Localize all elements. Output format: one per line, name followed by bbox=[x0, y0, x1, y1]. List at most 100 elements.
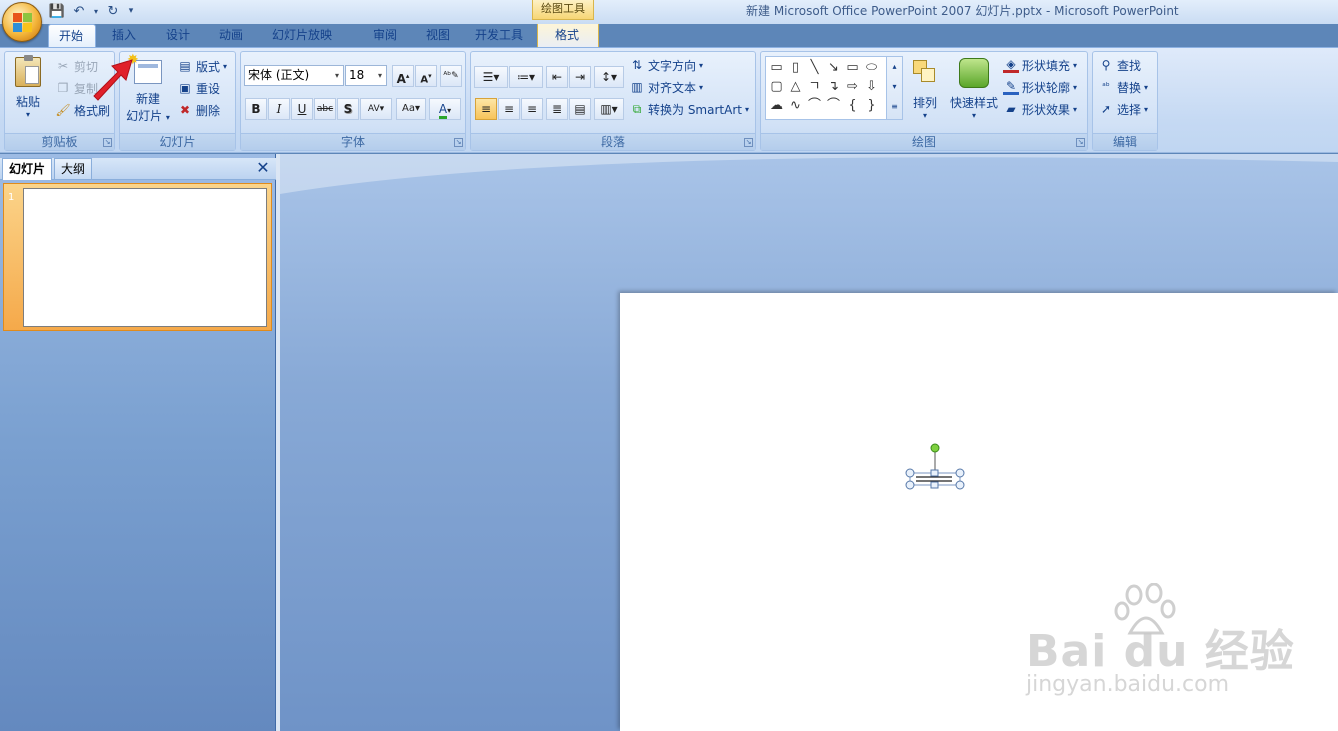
tab-animations[interactable]: 动画 bbox=[205, 24, 258, 48]
italic-icon[interactable]: I bbox=[268, 98, 290, 120]
justify-icon[interactable]: ≣ bbox=[546, 98, 568, 120]
tab-review[interactable]: 审阅 bbox=[359, 24, 412, 48]
textbox-shape-icon[interactable]: ▭ bbox=[768, 59, 785, 76]
align-center-icon[interactable]: ≡ bbox=[498, 98, 520, 120]
convert-smartart-button[interactable]: ⧉ 转换为 SmartArt ▾ bbox=[629, 99, 749, 119]
align-text-icon: ▥ bbox=[631, 80, 643, 94]
selected-shape[interactable] bbox=[900, 440, 970, 494]
paste-button[interactable]: 粘贴 ▾ bbox=[9, 54, 47, 126]
line-shape-icon[interactable]: ╲ bbox=[806, 59, 823, 76]
arrow-line-icon[interactable]: ↘ bbox=[825, 59, 842, 76]
triangle-shape-icon[interactable]: △ bbox=[787, 78, 804, 95]
drawing-group-label: 绘图 bbox=[761, 133, 1087, 150]
elbow-connector-icon[interactable]: ㄱ bbox=[806, 78, 823, 95]
rectangle-shape-icon[interactable]: ▭ bbox=[844, 59, 861, 76]
shrink-font-icon[interactable]: A▾ bbox=[415, 65, 437, 87]
tab-slides[interactable]: 幻灯片 bbox=[2, 158, 53, 180]
delete-button[interactable]: ✖ 删除 bbox=[177, 100, 220, 120]
slide-thumbnail[interactable] bbox=[23, 188, 267, 327]
gallery-scroll-icon[interactable]: ▴ ▾ ≡ bbox=[886, 57, 902, 119]
font-name-combo[interactable]: 宋体 (正文) ▾ bbox=[244, 65, 344, 86]
tab-developer[interactable]: 开发工具 bbox=[465, 24, 537, 48]
right-arrow-shape-icon[interactable]: ⇨ bbox=[844, 78, 861, 95]
clear-formatting-icon[interactable]: ᴬᵇ✎ bbox=[440, 65, 462, 87]
replace-icon: ᵃᵇ bbox=[1102, 82, 1110, 92]
paragraph-group: ☰▾ ≔▾ ⇤ ⇥ ↕▾ ⇅ 文字方向 ▾ ▥ 对齐文本 ▾ ≡ ≡ ≡ ≣ ▤ ▥▾ … bbox=[470, 51, 756, 151]
distributed-icon[interactable]: ▤ bbox=[569, 98, 591, 120]
grow-font-icon[interactable]: A▴ bbox=[392, 65, 414, 87]
drawing-launcher-icon[interactable]: ↘ bbox=[1076, 138, 1085, 147]
tab-design[interactable]: 设计 bbox=[152, 24, 205, 48]
office-logo-icon bbox=[13, 13, 32, 32]
layout-button[interactable]: ▤ 版式 ▾ bbox=[177, 56, 227, 76]
text-shadow-icon[interactable]: S bbox=[337, 98, 359, 120]
copy-icon: ❐ bbox=[57, 81, 69, 95]
redo-icon[interactable]: ↻ bbox=[104, 2, 122, 20]
align-text-button[interactable]: ▥ 对齐文本 ▾ bbox=[629, 77, 703, 97]
strikethrough-icon[interactable]: abc bbox=[314, 98, 336, 120]
tab-view[interactable]: 视图 bbox=[412, 24, 465, 48]
callout-shape-icon[interactable]: ☁ bbox=[768, 97, 785, 114]
columns-icon[interactable]: ▥▾ bbox=[594, 98, 624, 120]
format-painter-button[interactable]: 🖌 格式刷 bbox=[55, 100, 110, 120]
align-right-icon[interactable]: ≡ bbox=[521, 98, 543, 120]
shape-fill-button[interactable]: ◈ 形状填充 ▾ bbox=[1003, 55, 1077, 75]
oval-shape-icon[interactable]: ⬭ bbox=[863, 59, 880, 76]
numbering-icon[interactable]: ≔▾ bbox=[509, 66, 543, 88]
replace-button[interactable]: ᵃᵇ 替换 ▾ bbox=[1098, 77, 1148, 97]
tab-slideshow[interactable]: 幻灯片放映 bbox=[258, 24, 359, 48]
ribbon: 粘贴 ▾ ✂ 剪切 ❐ 复制 🖌 格式刷 剪贴板 ↘ ✸ 新建 幻灯片 ▾ ▤ 版式 ▾ … bbox=[0, 47, 1338, 153]
close-pane-icon[interactable]: ✕ bbox=[255, 158, 271, 178]
reset-button[interactable]: ▣ 重设 bbox=[177, 78, 220, 98]
character-spacing-icon[interactable]: AV▾ bbox=[360, 98, 392, 120]
clipboard-launcher-icon[interactable]: ↘ bbox=[103, 138, 112, 147]
font-launcher-icon[interactable]: ↘ bbox=[454, 138, 463, 147]
rounded-rect-icon[interactable]: ▢ bbox=[768, 78, 785, 95]
paragraph-launcher-icon[interactable]: ↘ bbox=[744, 138, 753, 147]
shapes-gallery[interactable]: ▭ ▯ ╲ ↘ ▭ ⬭ ▢ △ ㄱ ↴ ⇨ ⇩ ☁ ∿ ⌒ ⌒ { } ▴ ▾ ≡ bbox=[765, 56, 903, 120]
shape-effects-label: 形状效果 bbox=[1022, 102, 1071, 117]
effects-icon: ▰ bbox=[1006, 102, 1016, 116]
customize-qat-icon[interactable]: ▾ bbox=[126, 2, 136, 20]
font-size-dropdown-icon[interactable]: ▾ bbox=[374, 66, 386, 85]
quick-styles-button[interactable]: 快速样式 ▾ bbox=[947, 56, 1001, 126]
elbow-arrow-icon[interactable]: ↴ bbox=[825, 78, 842, 95]
vertical-textbox-icon[interactable]: ▯ bbox=[787, 59, 804, 76]
bold-icon[interactable]: B bbox=[245, 98, 267, 120]
arrange-icon bbox=[911, 58, 939, 86]
left-brace-icon[interactable]: { bbox=[844, 97, 861, 114]
increase-indent-icon[interactable]: ⇥ bbox=[569, 66, 591, 88]
find-button[interactable]: ⚲ 查找 bbox=[1098, 55, 1141, 75]
undo-icon[interactable]: ↶ bbox=[70, 2, 88, 20]
font-name-value: 宋体 (正文) bbox=[248, 68, 310, 82]
arrange-button[interactable]: 排列 ▾ bbox=[907, 56, 943, 126]
underline-icon[interactable]: U bbox=[291, 98, 313, 120]
shape-effects-button[interactable]: ▰ 形状效果 ▾ bbox=[1003, 99, 1077, 119]
decrease-indent-icon[interactable]: ⇤ bbox=[546, 66, 568, 88]
shape-outline-button[interactable]: ✎ 形状轮廓 ▾ bbox=[1003, 77, 1077, 97]
office-button[interactable] bbox=[2, 2, 42, 42]
align-left-icon[interactable]: ≡ bbox=[475, 98, 497, 120]
undo-dropdown-icon[interactable]: ▾ bbox=[92, 2, 100, 20]
watermark-brand: Bai du 经验 bbox=[1026, 626, 1295, 677]
line-spacing-icon[interactable]: ↕▾ bbox=[594, 66, 624, 88]
text-direction-button[interactable]: ⇅ 文字方向 ▾ bbox=[629, 55, 703, 75]
tab-outline[interactable]: 大纲 bbox=[54, 158, 93, 180]
tab-home[interactable]: 开始 bbox=[48, 24, 96, 48]
curve-shape-icon[interactable]: ⌒ bbox=[825, 97, 842, 114]
save-icon[interactable]: 💾 bbox=[48, 2, 66, 20]
down-arrow-shape-icon[interactable]: ⇩ bbox=[863, 78, 880, 95]
drawing-group: ▭ ▯ ╲ ↘ ▭ ⬭ ▢ △ ㄱ ↴ ⇨ ⇩ ☁ ∿ ⌒ ⌒ { } ▴ ▾ ≡ … bbox=[760, 51, 1088, 151]
tab-insert[interactable]: 插入 bbox=[96, 24, 152, 48]
font-name-dropdown-icon[interactable]: ▾ bbox=[331, 66, 343, 85]
change-case-icon[interactable]: Aa▾ bbox=[396, 98, 426, 120]
right-brace-icon[interactable]: } bbox=[863, 97, 880, 114]
bullets-icon[interactable]: ☰▾ bbox=[474, 66, 508, 88]
align-text-label: 对齐文本 bbox=[648, 80, 697, 95]
font-color-icon[interactable]: A▾ bbox=[429, 98, 461, 120]
select-button[interactable]: ➚ 选择 ▾ bbox=[1098, 99, 1148, 119]
arc-shape-icon[interactable]: ⌒ bbox=[806, 97, 823, 114]
font-size-combo[interactable]: 18 ▾ bbox=[345, 65, 387, 86]
freeform-shape-icon[interactable]: ∿ bbox=[787, 97, 804, 114]
tab-format[interactable]: 格式 bbox=[537, 24, 599, 48]
